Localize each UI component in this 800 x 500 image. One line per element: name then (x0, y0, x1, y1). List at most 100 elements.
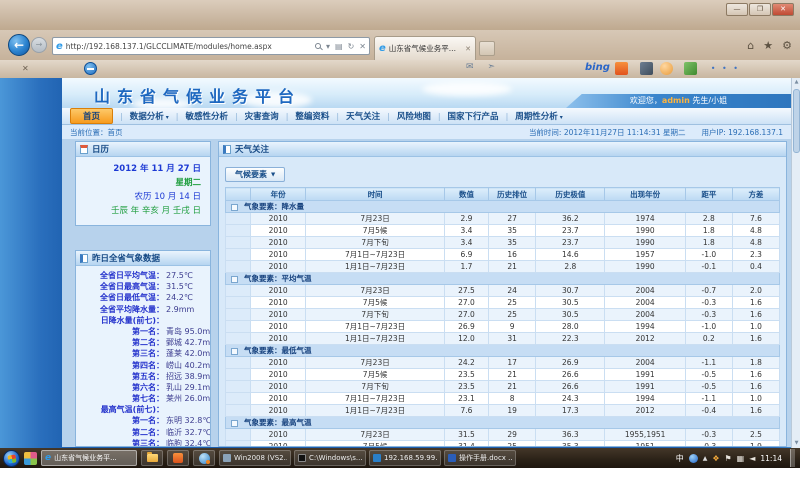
collapse-icon[interactable] (231, 276, 238, 283)
scroll-up-icon[interactable]: ▲ (792, 78, 800, 87)
collapse-icon[interactable] (231, 204, 238, 211)
start-button[interactable] (3, 450, 20, 467)
tray-alert-icon[interactable]: ❖ (712, 454, 719, 463)
taskbar-active-window[interactable]: e 山东省气候业务平... (41, 450, 137, 466)
scroll-down-icon[interactable]: ▼ (792, 439, 800, 448)
favorites-star-icon[interactable]: ★ (763, 39, 773, 52)
settings-gear-icon[interactable]: ⚙ (782, 39, 792, 52)
table-row[interactable]: 20107月23日31.52936.31955,1951-0.32.5 (226, 429, 780, 441)
taskbar-explorer-button[interactable] (141, 450, 163, 466)
scrollbar-thumb[interactable] (793, 89, 800, 153)
taskbar-window-3[interactable]: 操作手册.docx ... (444, 450, 516, 466)
taskbar-app-button-orange[interactable] (167, 450, 189, 466)
toolbar-overflow-dots[interactable]: • • • (711, 64, 740, 73)
table-group-row[interactable]: 气象要素：最低气温 (226, 345, 780, 357)
url-text[interactable]: http://192.168.137.1/GLCCLIMATE/modules/… (66, 42, 312, 51)
action-center-flag-icon[interactable]: ⚑ (724, 454, 731, 463)
clock[interactable]: 11:14 (760, 454, 782, 463)
toolbar-app-icon-round[interactable] (660, 62, 673, 75)
table-row[interactable]: 20107月1日~7月23日23.1824.31994-1.11.0 (226, 393, 780, 405)
nav-item-2[interactable]: 敏感性分析 (185, 110, 228, 122)
mail-icon[interactable]: ✉ (466, 62, 474, 72)
row-indent (226, 321, 251, 333)
collapse-icon[interactable] (231, 348, 238, 355)
taskbar-window-0[interactable]: Win2008 (VS2... (219, 450, 291, 466)
table-group-row[interactable]: 气象要素：降水量 (226, 201, 780, 213)
tab-close-icon[interactable]: ✕ (465, 45, 471, 53)
table-row[interactable]: 20107月下旬3.43523.719901.84.8 (226, 237, 780, 249)
table-row[interactable]: 20107月下旬27.02530.52004-0.31.6 (226, 309, 780, 321)
user-ip-label: 用户IP: 192.168.137.1 (701, 127, 783, 138)
tray-app-icon[interactable] (689, 454, 698, 463)
browser-tab[interactable]: e 山东省气候业务平... ✕ (374, 36, 476, 60)
table-cell: 1.6 (732, 369, 779, 381)
search-icon[interactable] (315, 43, 321, 49)
nav-item-5[interactable]: 天气关注 (346, 110, 380, 122)
toolbar-close-icon[interactable]: ✕ (22, 64, 29, 73)
table-row[interactable]: 20107月5候23.52126.61991-0.51.6 (226, 369, 780, 381)
table-row[interactable]: 20107月下旬23.52126.61991-0.51.6 (226, 381, 780, 393)
table-row[interactable]: 20107月1日~7月23日6.91614.61957-1.02.3 (226, 249, 780, 261)
volume-icon[interactable]: ◄ (749, 454, 755, 463)
taskbar-window-2[interactable]: 192.168.59.99... (369, 450, 441, 466)
table-cell: 21 (489, 369, 536, 381)
table-row[interactable]: 20107月23日24.21726.92004-1.11.8 (226, 357, 780, 369)
taskbar-pinned-icon[interactable] (24, 452, 37, 465)
table-group-row[interactable]: 气象要素：最高气温 (226, 417, 780, 429)
collapse-icon[interactable] (231, 420, 238, 427)
home-icon[interactable]: ⌂ (747, 39, 754, 52)
climate-element-button[interactable]: 气候要素 ▼ (225, 167, 285, 182)
network-icon[interactable]: ▦ (737, 454, 745, 463)
breadcrumb[interactable]: 当前位置：首页 (70, 127, 123, 138)
toolbar-app-icon-camera[interactable] (640, 62, 653, 75)
forward-button[interactable]: → (31, 37, 47, 53)
refresh-icon[interactable]: ↻ (348, 42, 355, 51)
maximize-button[interactable]: ❐ (749, 3, 771, 16)
bing-logo[interactable]: bing (585, 62, 610, 73)
chevron-down-icon[interactable]: ▾ (326, 42, 330, 51)
table-row[interactable]: 20107月5候31.42535.31951-0.31.9 (226, 441, 780, 447)
stop-icon[interactable]: ✕ (359, 42, 366, 51)
toolbar-app-icon-green[interactable] (684, 62, 697, 75)
nav-item-4[interactable]: 整编资料 (295, 110, 329, 122)
table-group-row[interactable]: 气象要素：平均气温 (226, 273, 780, 285)
table-cell: 4.8 (732, 225, 779, 237)
table-cell: 9 (489, 321, 536, 333)
send-icon[interactable]: ➣ (488, 62, 496, 72)
nav-item-8[interactable]: 周期性分析▾ (515, 110, 563, 122)
nav-item-1[interactable]: 数据分析▾ (130, 110, 169, 122)
nav-item-0[interactable]: 首页 (70, 108, 113, 124)
page-scrollbar[interactable]: ▲ ▼ (791, 78, 800, 448)
nav-item-6[interactable]: 风险地图 (397, 110, 431, 122)
table-row[interactable]: 20101月1日~7月23日1.7212.81990-0.10.4 (226, 261, 780, 273)
climate-element-label: 气候要素 (235, 169, 267, 180)
ime-indicator[interactable]: 中 (676, 453, 684, 464)
calendar-panel-title: 日历 (92, 143, 109, 155)
close-button[interactable]: ✕ (772, 3, 794, 16)
blocked-circle-icon[interactable] (84, 62, 97, 75)
taskbar-media-button[interactable] (193, 450, 215, 466)
nav-item-3[interactable]: 灾害查询 (245, 110, 279, 122)
stat-label: 最高气温(前七)： (78, 404, 164, 415)
table-row[interactable]: 20107月5候27.02530.52004-0.31.6 (226, 297, 780, 309)
table-row[interactable]: 20101月1日~7月23日12.03122.320120.21.6 (226, 333, 780, 345)
address-bar[interactable]: e http://192.168.137.1/GLCCLIMATE/module… (52, 37, 370, 55)
table-row[interactable]: 20107月23日27.52430.72004-0.72.0 (226, 285, 780, 297)
table-cell: 31.4 (444, 441, 488, 447)
table-cell: -1.1 (685, 393, 732, 405)
back-button[interactable]: ← (8, 34, 30, 56)
nav-item-7[interactable]: 国家下行产品 (448, 110, 499, 122)
table-row[interactable]: 20107月5候3.43523.719901.84.8 (226, 225, 780, 237)
show-desktop-button[interactable] (790, 449, 795, 467)
taskbar-window-1[interactable]: C:\Windows\s... (294, 450, 366, 466)
table-row[interactable]: 20101月1日~7月23日7.61917.32012-0.41.6 (226, 405, 780, 417)
new-tab-button[interactable] (479, 41, 495, 56)
welcome-banner: 欢迎您，admin 先生/小姐 (566, 94, 791, 108)
window-titlebar[interactable]: — ❐ ✕ (0, 0, 800, 30)
toolbar-app-icon-orange[interactable] (615, 62, 628, 75)
tray-expand-icon[interactable]: ▲ (703, 455, 708, 462)
table-row[interactable]: 20107月1日~7月23日26.9928.01994-1.01.0 (226, 321, 780, 333)
minimize-button[interactable]: — (726, 3, 748, 16)
table-row[interactable]: 20107月23日2.92736.219742.87.6 (226, 213, 780, 225)
compatibility-icon[interactable]: ▤ (335, 42, 343, 51)
